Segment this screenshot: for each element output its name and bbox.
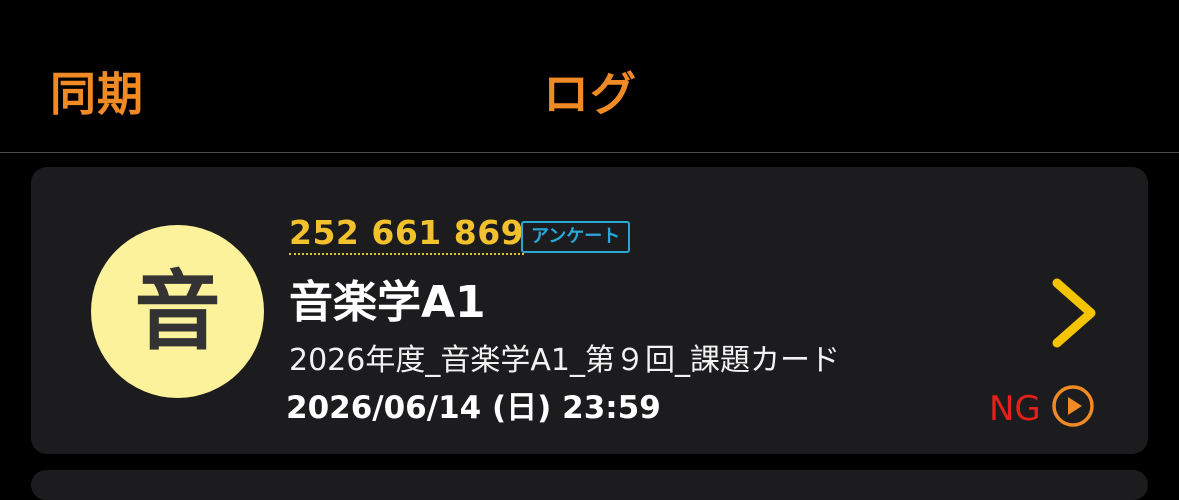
avatar: 音 <box>91 225 264 398</box>
assignment-code: 252 661 869 <box>289 215 525 255</box>
next-card[interactable] <box>31 470 1148 500</box>
page-title: ログ <box>543 67 637 121</box>
type-badge: アンケート <box>521 221 631 253</box>
deadline: 2026/06/14 (日) 23:59 <box>286 390 661 426</box>
navigation-bar: 同期 ログ <box>0 0 1179 153</box>
play-circle-icon[interactable] <box>1050 383 1096 429</box>
assignment-card[interactable]: 音 252 661 869 アンケート 音楽学A1 2026年度_音楽学A1_第… <box>31 167 1148 454</box>
chevron-right-icon[interactable] <box>1047 275 1099 351</box>
avatar-char: 音 <box>134 261 221 362</box>
status-ng: NG <box>989 389 1041 429</box>
sync-button[interactable]: 同期 <box>50 58 144 124</box>
task-title: 2026年度_音楽学A1_第９回_課題カード <box>289 343 840 378</box>
course-name: 音楽学A1 <box>289 277 486 328</box>
